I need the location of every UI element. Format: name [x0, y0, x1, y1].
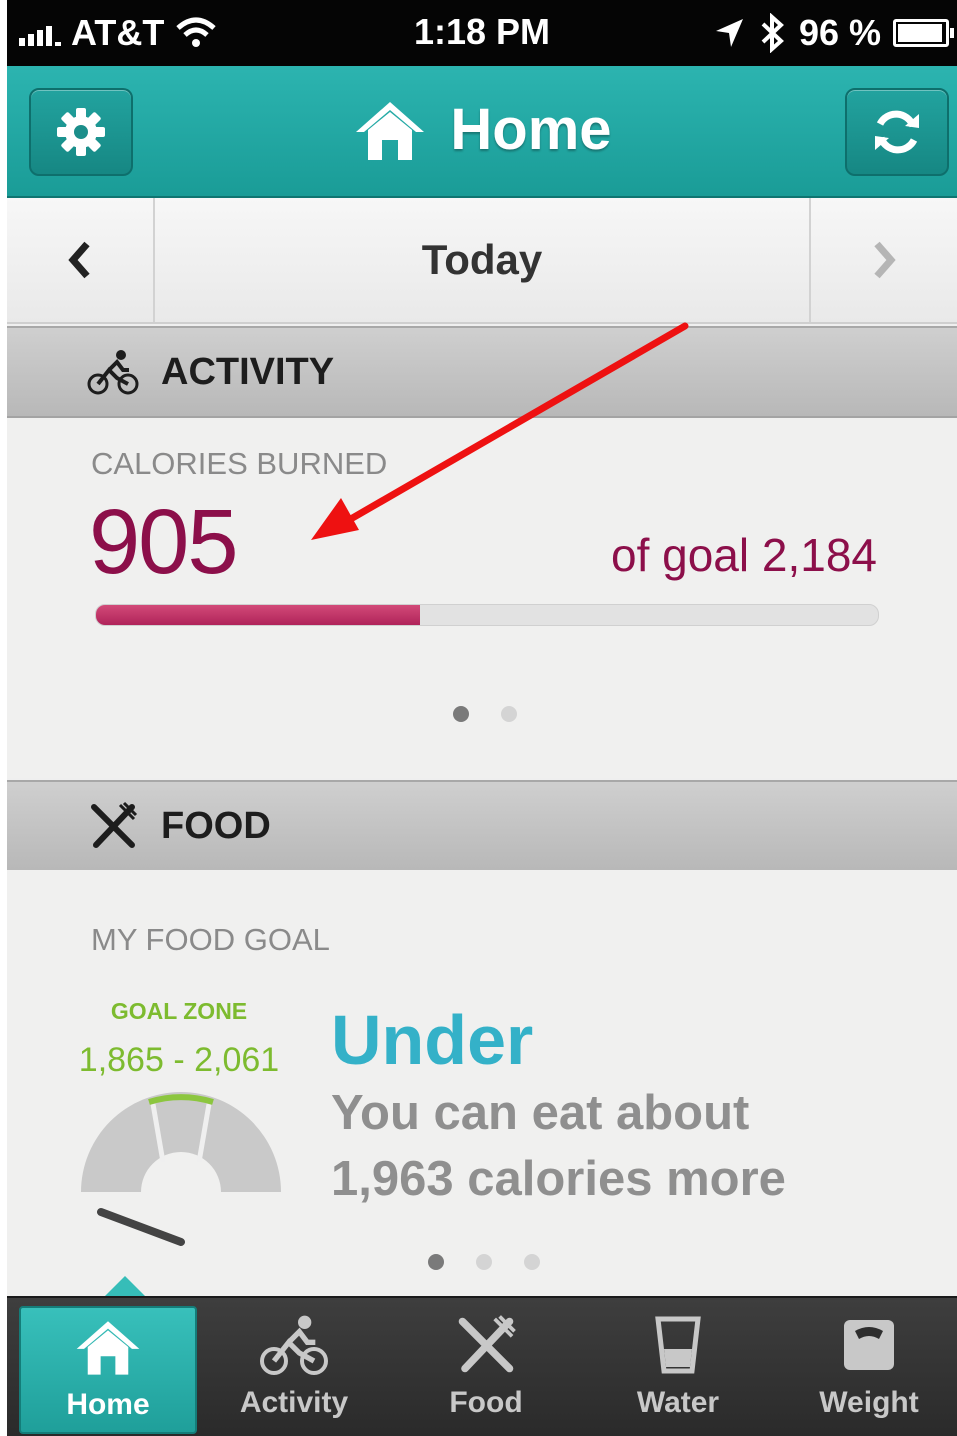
- food-section-header[interactable]: FOOD: [7, 780, 957, 872]
- food-message: You can eat about 1,963 calories more: [331, 1080, 786, 1212]
- calorie-goal-text: of goal 2,184: [610, 529, 877, 581]
- food-goal-card[interactable]: MY FOOD GOAL GOAL ZONE 1,865 - 2,061 Und…: [7, 870, 957, 1298]
- activity-page-indicator[interactable]: [453, 706, 517, 722]
- tab-label: Food: [449, 1386, 523, 1419]
- activity-section-header[interactable]: ACTIVITY: [7, 326, 957, 418]
- calories-burned-value: 905: [89, 491, 238, 593]
- home-icon: [356, 101, 425, 160]
- current-date-label: Today: [421, 236, 543, 283]
- calorie-progress-fill: [96, 605, 420, 625]
- tab-food[interactable]: Food: [399, 1306, 573, 1430]
- date-navigator: Today: [7, 198, 957, 324]
- tab-label: Home: [66, 1388, 150, 1421]
- location-arrow-icon: [715, 19, 743, 47]
- page-dot[interactable]: [524, 1254, 540, 1270]
- tab-label: Activity: [239, 1386, 349, 1419]
- page-dot[interactable]: [501, 706, 517, 722]
- food-status: Under: [331, 1001, 534, 1079]
- previous-day-button[interactable]: [7, 198, 155, 322]
- activity-section-title: ACTIVITY: [161, 350, 335, 393]
- page-dot[interactable]: [428, 1254, 444, 1270]
- status-bar: AT&T 1:18 PM 96 %: [7, 0, 957, 66]
- food-goal-label: MY FOOD GOAL: [91, 922, 330, 957]
- bottom-tab-bar: Home Activity Food Water Weight: [7, 1296, 957, 1436]
- sync-button[interactable]: [845, 88, 949, 176]
- tab-activity[interactable]: Activity: [207, 1306, 381, 1430]
- bike-icon: [260, 1315, 328, 1375]
- page-dot[interactable]: [476, 1254, 492, 1270]
- fork-knife-icon: [458, 1315, 516, 1373]
- calories-burned-card[interactable]: CALORIES BURNED 905 of goal 2,184: [7, 418, 957, 778]
- goal-zone: GOAL ZONE 1,865 - 2,061: [69, 998, 289, 1080]
- food-section-title: FOOD: [161, 804, 271, 847]
- selected-tab-pointer: [103, 1276, 147, 1298]
- food-message-line-1: You can eat about: [331, 1086, 750, 1140]
- tab-weight[interactable]: Weight: [782, 1306, 956, 1430]
- bluetooth-icon: [761, 13, 784, 53]
- fork-knife-icon: [91, 801, 138, 848]
- battery-icon: [893, 19, 954, 47]
- next-day-button[interactable]: [809, 198, 957, 322]
- tab-water[interactable]: Water: [591, 1306, 765, 1430]
- page-dot[interactable]: [453, 706, 469, 722]
- page-title: Home: [7, 96, 957, 163]
- food-page-indicator[interactable]: [428, 1254, 540, 1270]
- app-header: Home: [7, 66, 957, 198]
- calorie-gauge-icon: [81, 1092, 281, 1246]
- bike-icon: [87, 350, 139, 395]
- food-message-line-2: 1,963 calories more: [331, 1152, 786, 1206]
- calories-burned-label: CALORIES BURNED: [91, 446, 388, 481]
- home-icon: [76, 1321, 140, 1375]
- scale-icon: [844, 1320, 894, 1370]
- goal-zone-title: GOAL ZONE: [110, 998, 248, 1024]
- refresh-icon: [875, 110, 919, 154]
- goal-zone-range: 1,865 - 2,061: [78, 1041, 280, 1079]
- header-title: Home: [450, 97, 612, 162]
- tab-home[interactable]: Home: [19, 1306, 197, 1434]
- chevron-left-icon: [68, 241, 90, 279]
- battery-percent: 96 %: [798, 12, 881, 53]
- calorie-progress-bar: [95, 604, 879, 626]
- tab-label: Water: [636, 1386, 720, 1419]
- tab-label: Weight: [819, 1386, 919, 1419]
- chevron-right-icon: [874, 241, 896, 279]
- app-screen: AT&T 1:18 PM 96 % Home Today ACTIVITY CA…: [7, 0, 957, 1436]
- glass-icon: [655, 1316, 701, 1374]
